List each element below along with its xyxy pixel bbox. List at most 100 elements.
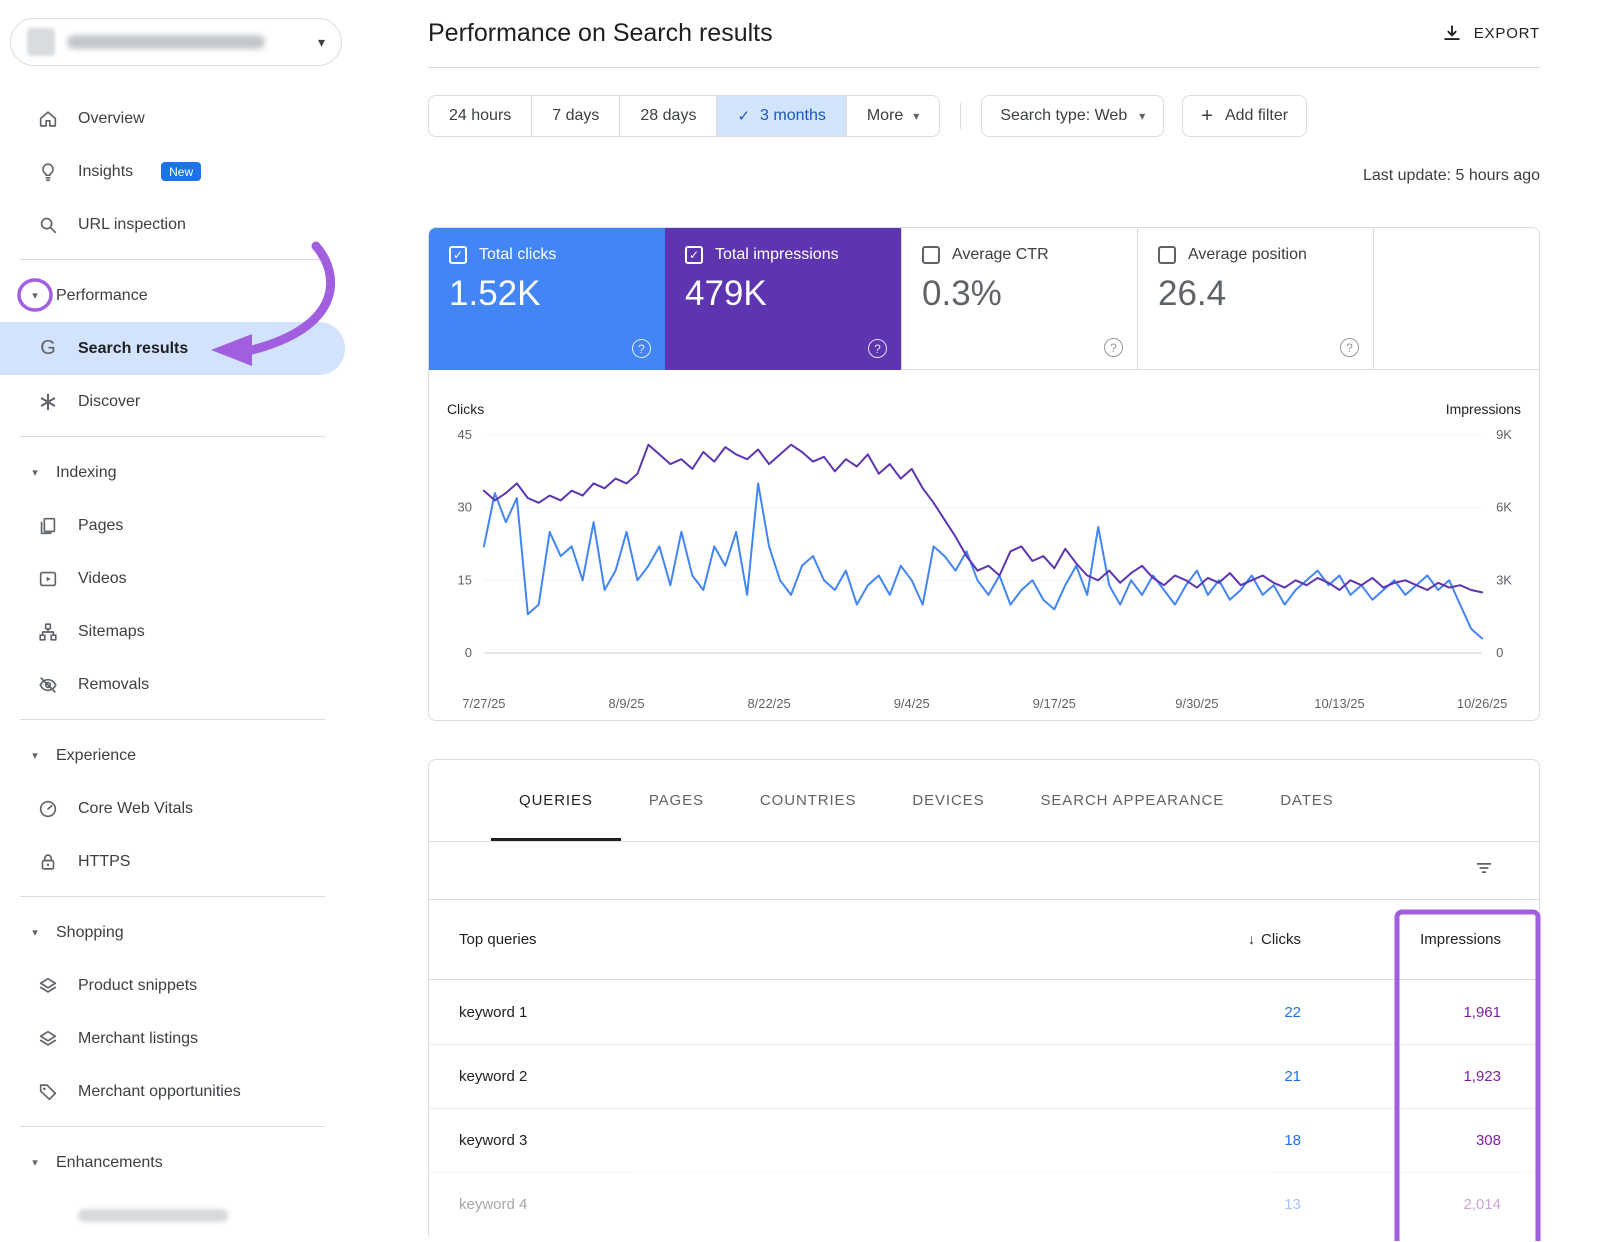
sidebar-section-enhancements[interactable]: ▾ Enhancements bbox=[0, 1136, 345, 1189]
svg-text:9/17/25: 9/17/25 bbox=[1033, 696, 1076, 711]
chevron-down-icon: ▾ bbox=[26, 1156, 44, 1169]
svg-text:6K: 6K bbox=[1496, 500, 1512, 515]
sidebar-item-videos[interactable]: Videos bbox=[0, 552, 345, 605]
svg-text:10/13/25: 10/13/25 bbox=[1314, 696, 1364, 711]
sidebar-item-pages[interactable]: Pages bbox=[0, 499, 345, 552]
sidebar-item-product-snippets[interactable]: Product snippets bbox=[0, 959, 345, 1012]
range-24-hours-chip[interactable]: 24 hours bbox=[429, 96, 531, 136]
column-header-clicks[interactable]: ↓Clicks bbox=[1151, 931, 1301, 948]
sidebar-item-discover[interactable]: Discover bbox=[0, 375, 345, 428]
clicks-cell: 21 bbox=[1151, 1068, 1301, 1085]
sidebar-section-indexing[interactable]: ▾ Indexing bbox=[0, 446, 345, 499]
sidebar: ▾ Overview Insights New URL insp bbox=[0, 0, 345, 1241]
sidebar-item-label: HTTPS bbox=[78, 853, 130, 871]
layers-icon bbox=[36, 974, 60, 998]
metric-cards-row: ✓ Total clicks 1.52K ? ✓ Total impressio… bbox=[429, 228, 1539, 370]
chip-label: Search type: Web bbox=[1000, 107, 1127, 125]
table-row[interactable]: keyword 3 18 308 bbox=[429, 1108, 1539, 1172]
clicks-cell: 13 bbox=[1151, 1196, 1301, 1213]
svg-text:8/22/25: 8/22/25 bbox=[747, 696, 790, 711]
tab-queries[interactable]: QUERIES bbox=[491, 760, 621, 841]
filter-icon[interactable] bbox=[1473, 857, 1495, 884]
average-ctr-card[interactable]: Average CTR 0.3% ? bbox=[901, 228, 1137, 370]
svg-text:15: 15 bbox=[457, 572, 471, 587]
table-header-row: Top queries ↓Clicks Impressions bbox=[429, 900, 1539, 980]
sidebar-item-https[interactable]: HTTPS bbox=[0, 835, 345, 888]
export-button[interactable]: EXPORT bbox=[1440, 22, 1540, 46]
metric-value: 1.52K bbox=[449, 274, 645, 314]
tab-pages[interactable]: PAGES bbox=[621, 760, 732, 841]
sidebar-item-url-inspection[interactable]: URL inspection bbox=[0, 198, 345, 251]
search-type-chip[interactable]: Search type: Web ▾ bbox=[981, 95, 1164, 137]
sidebar-item-merchant-listings[interactable]: Merchant listings bbox=[0, 1012, 345, 1065]
sidebar-item-sitemaps[interactable]: Sitemaps bbox=[0, 605, 345, 658]
tab-countries[interactable]: COUNTRIES bbox=[732, 760, 884, 841]
sidebar-divider bbox=[20, 1126, 325, 1127]
section-label: Indexing bbox=[56, 464, 117, 482]
sidebar-item-label: Removals bbox=[78, 676, 149, 694]
property-name-blurred bbox=[67, 35, 265, 49]
range-28-days-chip[interactable]: 28 days bbox=[619, 96, 716, 136]
help-icon[interactable]: ? bbox=[868, 339, 887, 358]
chip-label: 7 days bbox=[552, 107, 599, 125]
range-3-months-chip[interactable]: ✓ 3 months bbox=[716, 96, 845, 136]
sidebar-item-overview[interactable]: Overview bbox=[0, 92, 345, 145]
lightbulb-icon bbox=[36, 160, 60, 184]
blurred-label bbox=[78, 1209, 228, 1222]
tab-dates[interactable]: DATES bbox=[1252, 760, 1361, 841]
checkbox-checked-icon[interactable]: ✓ bbox=[449, 246, 467, 264]
sidebar-item-label: Videos bbox=[78, 570, 127, 588]
sidebar-item-removals[interactable]: Removals bbox=[0, 658, 345, 711]
sidebar-section-performance[interactable]: ▾ Performance bbox=[0, 269, 345, 322]
section-label: Shopping bbox=[56, 924, 124, 942]
metric-row-filler bbox=[1373, 228, 1539, 370]
main-content: Performance on Search results EXPORT 24 … bbox=[345, 0, 1600, 1241]
sidebar-item-partial-cutoff[interactable] bbox=[0, 1189, 345, 1242]
metric-label: Average position bbox=[1188, 246, 1307, 264]
gauge-icon bbox=[36, 797, 60, 821]
discover-asterisk-icon bbox=[36, 390, 60, 414]
svg-text:10/26/25: 10/26/25 bbox=[1457, 696, 1507, 711]
metric-value: 26.4 bbox=[1158, 274, 1353, 314]
column-header-impressions[interactable]: Impressions bbox=[1301, 931, 1501, 948]
chip-group-separator bbox=[960, 103, 961, 129]
svg-text:Impressions: Impressions bbox=[1446, 401, 1521, 417]
sidebar-item-label: Sitemaps bbox=[78, 623, 145, 641]
range-7-days-chip[interactable]: 7 days bbox=[531, 96, 619, 136]
help-icon[interactable]: ? bbox=[1340, 338, 1359, 357]
check-icon: ✓ bbox=[737, 107, 750, 125]
sidebar-item-merchant-opportunities[interactable]: Merchant opportunities bbox=[0, 1065, 345, 1118]
average-position-card[interactable]: Average position 26.4 ? bbox=[1137, 228, 1373, 370]
checkbox-unchecked-icon[interactable] bbox=[1158, 246, 1176, 264]
query-cell: keyword 3 bbox=[459, 1132, 1151, 1149]
svg-text:9K: 9K bbox=[1496, 427, 1512, 442]
property-favicon bbox=[27, 28, 55, 56]
sidebar-divider bbox=[20, 259, 325, 260]
home-icon bbox=[36, 107, 60, 131]
property-selector[interactable]: ▾ bbox=[10, 18, 342, 66]
sidebar-item-core-web-vitals[interactable]: Core Web Vitals bbox=[0, 782, 345, 835]
sidebar-item-search-results[interactable]: G Search results bbox=[0, 322, 345, 375]
add-filter-chip[interactable]: + Add filter bbox=[1182, 95, 1307, 137]
sidebar-item-insights[interactable]: Insights New bbox=[0, 145, 345, 198]
app-root: ▾ Overview Insights New URL insp bbox=[0, 0, 1600, 1241]
sidebar-section-shopping[interactable]: ▾ Shopping bbox=[0, 906, 345, 959]
range-more-chip[interactable]: More ▾ bbox=[846, 96, 939, 136]
tab-search-appearance[interactable]: SEARCH APPEARANCE bbox=[1013, 760, 1253, 841]
checkbox-unchecked-icon[interactable] bbox=[922, 246, 940, 264]
sitemap-icon bbox=[36, 620, 60, 644]
help-icon[interactable]: ? bbox=[632, 339, 651, 358]
checkbox-checked-icon[interactable]: ✓ bbox=[685, 246, 703, 264]
table-row[interactable]: keyword 2 21 1,923 bbox=[429, 1044, 1539, 1108]
help-icon[interactable]: ? bbox=[1104, 338, 1123, 357]
chevron-down-icon: ▾ bbox=[26, 926, 44, 939]
query-cell: keyword 2 bbox=[459, 1068, 1151, 1085]
total-clicks-card[interactable]: ✓ Total clicks 1.52K ? bbox=[429, 228, 665, 370]
total-impressions-card[interactable]: ✓ Total impressions 479K ? bbox=[665, 228, 901, 370]
tab-devices[interactable]: DEVICES bbox=[884, 760, 1012, 841]
column-header-top-queries: Top queries bbox=[459, 931, 1151, 948]
table-row[interactable]: keyword 1 22 1,961 bbox=[429, 980, 1539, 1044]
sidebar-divider bbox=[20, 896, 325, 897]
table-row[interactable]: keyword 4 13 2,014 bbox=[429, 1172, 1539, 1236]
sidebar-section-experience[interactable]: ▾ Experience bbox=[0, 729, 345, 782]
